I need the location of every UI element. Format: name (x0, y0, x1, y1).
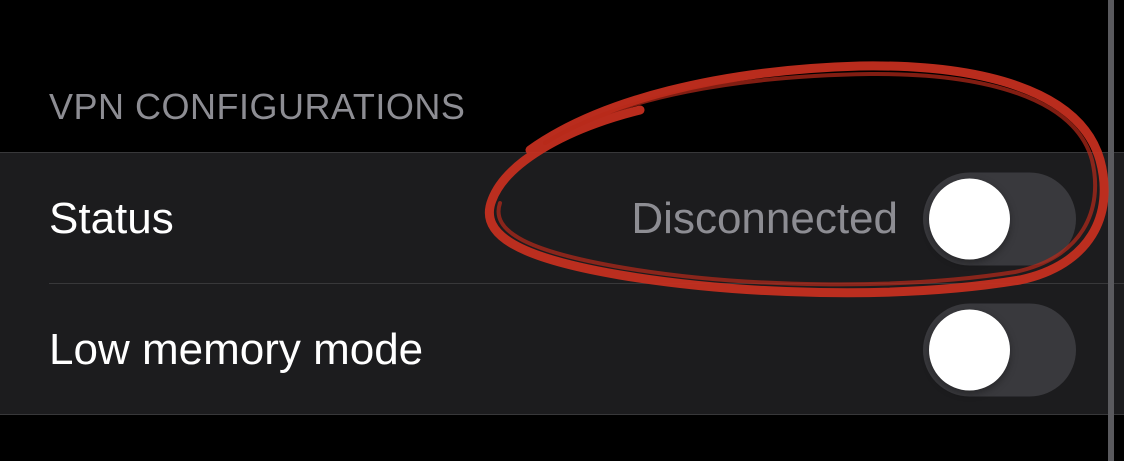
low-memory-mode-row: Low memory mode (0, 284, 1124, 415)
group-bottom-divider (0, 414, 1124, 415)
status-value: Disconnected (631, 193, 898, 243)
toggle-knob (929, 309, 1010, 390)
low-memory-mode-label: Low memory mode (49, 324, 424, 374)
status-toggle[interactable] (923, 172, 1076, 265)
scroll-indicator (1108, 0, 1114, 461)
section-header: VPN CONFIGURATIONS (49, 86, 466, 127)
status-row: Status Disconnected (0, 153, 1124, 284)
status-label: Status (49, 193, 174, 243)
toggle-knob (929, 178, 1010, 259)
low-memory-mode-toggle[interactable] (923, 303, 1076, 396)
